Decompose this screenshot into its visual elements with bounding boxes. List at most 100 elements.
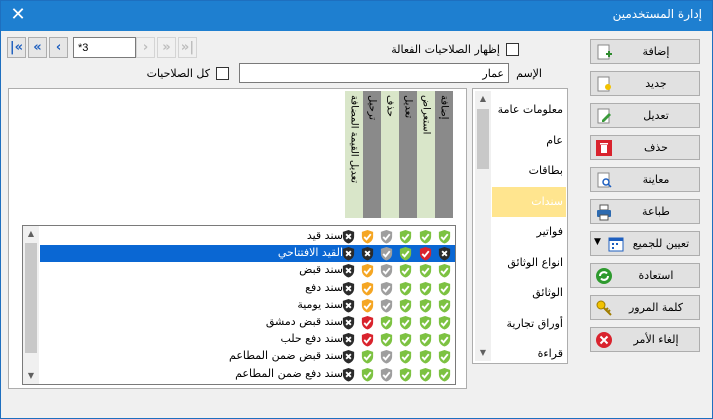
shield-x-black-icon[interactable] bbox=[341, 332, 356, 347]
last-record-button[interactable]: »| bbox=[178, 37, 197, 58]
table-row[interactable]: القيد الافتتاحي bbox=[40, 245, 455, 263]
shield-x-black-icon[interactable] bbox=[341, 298, 356, 313]
shield-check-orange-icon[interactable] bbox=[360, 229, 375, 244]
user-name-field[interactable] bbox=[239, 63, 509, 83]
shield-check-green-icon[interactable] bbox=[418, 298, 433, 313]
category-item[interactable]: انواع الوثائق bbox=[492, 248, 566, 278]
category-item[interactable]: معلومات عامة bbox=[492, 95, 566, 125]
password-button[interactable]: كلمة المرور bbox=[590, 295, 700, 320]
print-button[interactable]: طباعة bbox=[590, 199, 700, 224]
category-item[interactable]: فواتير bbox=[492, 217, 566, 247]
category-scroll-thumb[interactable] bbox=[477, 109, 489, 169]
shield-check-green-icon[interactable] bbox=[360, 349, 375, 364]
table-row[interactable]: سند يومية bbox=[40, 297, 455, 314]
shield-check-green-icon[interactable] bbox=[418, 349, 433, 364]
category-item[interactable]: أوراق تجارية bbox=[492, 309, 566, 339]
shield-x-black-icon[interactable] bbox=[341, 281, 356, 296]
shield-x-black-icon[interactable] bbox=[437, 246, 452, 261]
shield-check-orange-icon[interactable] bbox=[360, 263, 375, 278]
shield-check-gray-icon[interactable] bbox=[379, 281, 394, 296]
edit-button[interactable]: تعديل bbox=[590, 103, 700, 128]
shield-check-green-icon[interactable] bbox=[398, 315, 413, 330]
shield-check-green-icon[interactable] bbox=[398, 349, 413, 364]
add-button[interactable]: إضافة bbox=[590, 39, 700, 64]
next-page-button[interactable]: » bbox=[157, 37, 176, 58]
shield-check-green-icon[interactable] bbox=[398, 246, 413, 261]
shield-check-green-icon[interactable] bbox=[418, 263, 433, 278]
cancel-button[interactable]: إلغاء الأمر bbox=[590, 327, 700, 352]
shield-check-gray-icon[interactable] bbox=[379, 229, 394, 244]
shield-check-green-icon[interactable] bbox=[379, 332, 394, 347]
category-item[interactable]: قراءة bbox=[492, 339, 566, 369]
table-row[interactable]: سند دفع حلب bbox=[40, 331, 455, 348]
shield-check-orange-icon[interactable] bbox=[360, 281, 375, 296]
shield-x-black-icon[interactable] bbox=[341, 315, 356, 330]
category-item[interactable]: بطاقات bbox=[492, 156, 566, 186]
shield-x-black-icon[interactable] bbox=[341, 229, 356, 244]
prev-page-button[interactable]: « bbox=[28, 37, 47, 58]
restore-button[interactable]: استعادة bbox=[590, 263, 700, 288]
category-scroll-down-icon[interactable]: ▼ bbox=[475, 345, 491, 361]
shield-check-green-icon[interactable] bbox=[379, 315, 394, 330]
shield-check-green-icon[interactable] bbox=[418, 281, 433, 296]
category-item[interactable]: سندات bbox=[492, 186, 566, 217]
shield-check-green-icon[interactable] bbox=[418, 367, 433, 382]
grid-scrollbar[interactable]: ▲ ▼ bbox=[23, 226, 39, 384]
shield-check-green-icon[interactable] bbox=[437, 281, 452, 296]
table-row[interactable]: سند قبض دمشق bbox=[40, 314, 455, 331]
shield-check-red-icon[interactable] bbox=[360, 332, 375, 347]
shield-check-green-icon[interactable] bbox=[437, 229, 452, 244]
shield-check-green-icon[interactable] bbox=[418, 229, 433, 244]
first-record-button[interactable]: |« bbox=[7, 37, 26, 58]
shield-x-black-icon[interactable] bbox=[341, 367, 356, 382]
shield-check-green-icon[interactable] bbox=[398, 367, 413, 382]
table-row[interactable]: سند دفع ضمن المطاعم bbox=[40, 366, 455, 383]
shield-check-green-icon[interactable] bbox=[437, 367, 452, 382]
new-button[interactable]: جديد bbox=[590, 71, 700, 96]
table-row[interactable]: سند قبض bbox=[40, 262, 455, 279]
scroll-down-icon[interactable]: ▼ bbox=[23, 368, 39, 384]
delete-button[interactable]: حذف bbox=[590, 135, 700, 160]
category-item[interactable]: الوثائق bbox=[492, 278, 566, 308]
shield-x-black-icon[interactable] bbox=[341, 246, 356, 261]
shield-check-gray-icon[interactable] bbox=[379, 349, 394, 364]
shield-check-green-icon[interactable] bbox=[398, 332, 413, 347]
scroll-up-icon[interactable]: ▲ bbox=[23, 226, 39, 242]
scroll-thumb[interactable] bbox=[25, 243, 37, 353]
assign-all-button[interactable]: ▼ تعيين للجميع bbox=[590, 231, 700, 256]
prev-record-button[interactable]: ‹ bbox=[49, 37, 68, 58]
show-active-checkbox[interactable] bbox=[506, 43, 519, 56]
shield-check-green-icon[interactable] bbox=[437, 349, 452, 364]
shield-check-green-icon[interactable] bbox=[398, 281, 413, 296]
category-scrollbar[interactable]: ▲ ▼ bbox=[475, 91, 491, 361]
all-permissions-checkbox[interactable] bbox=[216, 67, 229, 80]
shield-check-green-icon[interactable] bbox=[418, 315, 433, 330]
shield-check-gray-icon[interactable] bbox=[379, 367, 394, 382]
shield-check-green-icon[interactable] bbox=[418, 332, 433, 347]
close-icon[interactable]: ✕ bbox=[7, 4, 29, 26]
shield-check-red-icon[interactable] bbox=[418, 246, 433, 261]
table-row[interactable]: سند دفع bbox=[40, 280, 455, 297]
shield-check-green-icon[interactable] bbox=[437, 263, 452, 278]
shield-check-gray-icon[interactable] bbox=[379, 263, 394, 278]
table-row[interactable]: سند قبض ضمن المطاعم bbox=[40, 348, 455, 365]
shield-x-black-icon[interactable] bbox=[341, 263, 356, 278]
category-scroll-up-icon[interactable]: ▲ bbox=[475, 91, 491, 107]
table-row[interactable]: سند قيد bbox=[40, 228, 455, 245]
preview-button[interactable]: معاينة bbox=[590, 167, 700, 192]
shield-check-red-icon[interactable] bbox=[360, 315, 375, 330]
next-record-button[interactable]: › bbox=[136, 37, 155, 58]
shield-check-green-icon[interactable] bbox=[437, 315, 452, 330]
shield-check-green-icon[interactable] bbox=[360, 367, 375, 382]
shield-check-gray-icon[interactable] bbox=[379, 298, 394, 313]
shield-x-black-icon[interactable] bbox=[341, 349, 356, 364]
shield-check-orange-icon[interactable] bbox=[360, 298, 375, 313]
record-number-input[interactable] bbox=[73, 37, 136, 58]
shield-check-green-icon[interactable] bbox=[398, 263, 413, 278]
shield-check-green-icon[interactable] bbox=[437, 298, 452, 313]
category-item[interactable]: عام bbox=[492, 126, 566, 156]
shield-x-black-icon[interactable] bbox=[360, 246, 375, 261]
shield-check-gray-icon[interactable] bbox=[379, 246, 394, 261]
shield-check-green-icon[interactable] bbox=[398, 229, 413, 244]
shield-check-green-icon[interactable] bbox=[437, 332, 452, 347]
